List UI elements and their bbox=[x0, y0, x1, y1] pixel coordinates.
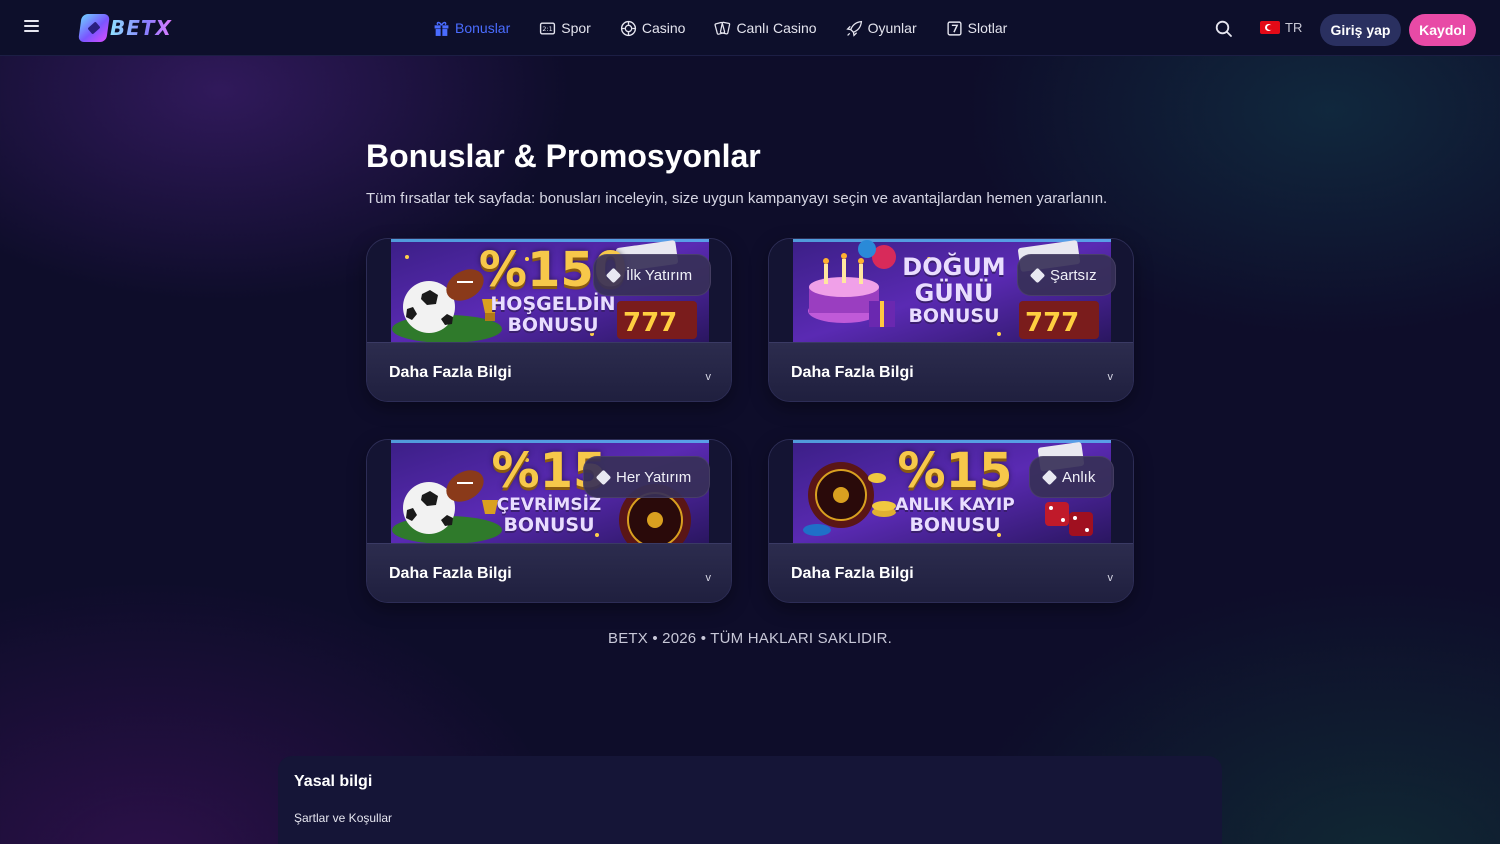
scoreboard-icon: 2:1 bbox=[539, 20, 556, 37]
more-info-label: Daha Fazla Bilgi bbox=[389, 364, 512, 381]
bonus-card-instant-loss: %15 ANLIK KAYIP BONUSU Anlık Daha Fazla … bbox=[768, 439, 1134, 603]
diamond-icon bbox=[605, 267, 622, 283]
rocket-icon bbox=[845, 20, 863, 37]
slot-seven-icon bbox=[946, 20, 963, 37]
nav-label-canli-casino: Canlı Casino bbox=[736, 20, 817, 36]
nav-item-bonuslar[interactable]: Bonuslar bbox=[433, 20, 510, 37]
language-selector[interactable]: TR bbox=[1260, 20, 1302, 35]
badge-label: Anlık bbox=[1062, 468, 1096, 486]
banner-line-1: DOĞUM bbox=[902, 253, 1006, 281]
turkey-flag-icon bbox=[1260, 21, 1280, 34]
nav-item-casino[interactable]: Casino bbox=[620, 20, 686, 37]
page-title: Bonuslar & Promosyonlar bbox=[366, 138, 761, 174]
chevron-down-icon: v bbox=[1107, 371, 1114, 383]
diamond-icon bbox=[595, 469, 612, 485]
language-label: TR bbox=[1285, 20, 1303, 35]
nav-label-spor: Spor bbox=[561, 20, 591, 36]
banner-percent: %15 bbox=[897, 443, 1013, 499]
svg-text:777: 777 bbox=[1025, 308, 1079, 338]
nav-item-slotlar[interactable]: Slotlar bbox=[946, 20, 1008, 37]
badge-label: İlk Yatırım bbox=[626, 266, 693, 284]
logo[interactable]: BETX bbox=[78, 13, 184, 43]
banner-line-1: HOŞGELDİN bbox=[490, 292, 616, 315]
logo-mark-icon bbox=[78, 14, 110, 42]
banner-line-2: BONUSU bbox=[909, 514, 1001, 536]
bonus-banner: 777 %150 HOŞGELDİN BONUSU İlk Yatırım bbox=[367, 239, 731, 342]
legal-info-panel: Yasal bilgi Şartlar ve Koşullar bbox=[278, 756, 1222, 844]
logo-text: BETX bbox=[110, 16, 172, 40]
nav-item-spor[interactable]: 2:1 Spor bbox=[539, 20, 591, 37]
nav-label-slotlar: Slotlar bbox=[967, 20, 1008, 36]
page-subtitle: Tüm fırsatlar tek sayfada: bonusları inc… bbox=[366, 190, 1108, 207]
login-button[interactable]: Giriş yap bbox=[1320, 14, 1401, 46]
diamond-icon bbox=[1041, 469, 1058, 485]
more-info-toggle[interactable]: Daha Fazla Bilgi v bbox=[769, 342, 1133, 401]
main-nav: Bonuslar 2:1 Spor Casino Canlı Casino Oy… bbox=[433, 0, 1036, 56]
copyright-text: BETX • 2026 • TÜM HAKLARI SAKLIDIR. bbox=[608, 630, 892, 647]
nav-label-bonuslar: Bonuslar bbox=[455, 20, 511, 36]
bonus-banner: %15 ÇEVRİMSİZ BONUSU Her Yatırım bbox=[367, 440, 731, 543]
bonus-banner: 777 DOĞUM GÜNÜ BONUSU Şartsız bbox=[769, 239, 1133, 342]
gift-icon bbox=[433, 20, 450, 37]
banner-line-1: ÇEVRİMSİZ bbox=[496, 495, 602, 515]
diamond-icon bbox=[1029, 267, 1046, 283]
banner-line-2: BONUSU bbox=[507, 313, 599, 336]
bonus-banner: %15 ANLIK KAYIP BONUSU Anlık bbox=[769, 440, 1133, 543]
legal-title: Yasal bilgi bbox=[294, 773, 373, 790]
banner-line-2: GÜNÜ bbox=[914, 279, 994, 307]
bonus-tag-badge: Anlık bbox=[1029, 456, 1115, 498]
casino-chip-icon bbox=[620, 20, 637, 37]
banner-headline: DOĞUM GÜNÜ BONUSU bbox=[889, 239, 1019, 342]
bonus-card-no-wager: %15 ÇEVRİMSİZ BONUSU Her Yatırım Daha Fa… bbox=[366, 439, 732, 603]
nav-item-oyunlar[interactable]: Oyunlar bbox=[845, 20, 917, 37]
more-info-toggle[interactable]: Daha Fazla Bilgi v bbox=[367, 543, 731, 602]
more-info-toggle[interactable]: Daha Fazla Bilgi v bbox=[769, 543, 1133, 602]
more-info-label: Daha Fazla Bilgi bbox=[791, 565, 914, 582]
chevron-down-icon: v bbox=[705, 371, 712, 383]
cards-icon bbox=[714, 20, 731, 37]
svg-text:777: 777 bbox=[623, 308, 677, 338]
bonus-tag-badge: Her Yatırım bbox=[583, 456, 711, 498]
more-info-label: Daha Fazla Bilgi bbox=[791, 364, 914, 381]
banner-line-2: BONUSU bbox=[503, 514, 595, 536]
bonus-tag-badge: Şartsız bbox=[1017, 254, 1116, 296]
bonus-card-welcome: 777 %150 HOŞGELDİN BONUSU İlk Yatırım Da… bbox=[366, 238, 732, 402]
search-icon[interactable] bbox=[1213, 18, 1235, 40]
bonus-card-birthday: 777 DOĞUM GÜNÜ BONUSU Şartsız Daha Fazla… bbox=[768, 238, 1134, 402]
chevron-down-icon: v bbox=[705, 572, 712, 584]
hamburger-menu-icon[interactable] bbox=[24, 18, 48, 38]
banner-line-1: ANLIK KAYIP bbox=[895, 495, 1015, 515]
chevron-down-icon: v bbox=[1107, 572, 1114, 584]
more-info-label: Daha Fazla Bilgi bbox=[389, 565, 512, 582]
nav-label-casino: Casino bbox=[641, 20, 686, 36]
top-header: BETX Bonuslar 2:1 Spor Casino Canlı Casi… bbox=[0, 0, 1500, 56]
banner-line-3: BONUSU bbox=[908, 305, 1000, 327]
badge-label: Şartsız bbox=[1050, 266, 1097, 284]
more-info-toggle[interactable]: Daha Fazla Bilgi v bbox=[367, 342, 731, 401]
nav-label-oyunlar: Oyunlar bbox=[867, 20, 917, 36]
nav-item-canli-casino[interactable]: Canlı Casino bbox=[714, 20, 817, 37]
banner-headline: %15 ANLIK KAYIP BONUSU bbox=[895, 440, 1015, 543]
badge-label: Her Yatırım bbox=[616, 468, 692, 486]
bonus-tag-badge: İlk Yatırım bbox=[593, 254, 712, 296]
terms-link[interactable]: Şartlar ve Koşullar bbox=[294, 811, 392, 825]
register-button[interactable]: Kaydol bbox=[1409, 14, 1476, 46]
svg-text:2:1: 2:1 bbox=[543, 25, 553, 33]
